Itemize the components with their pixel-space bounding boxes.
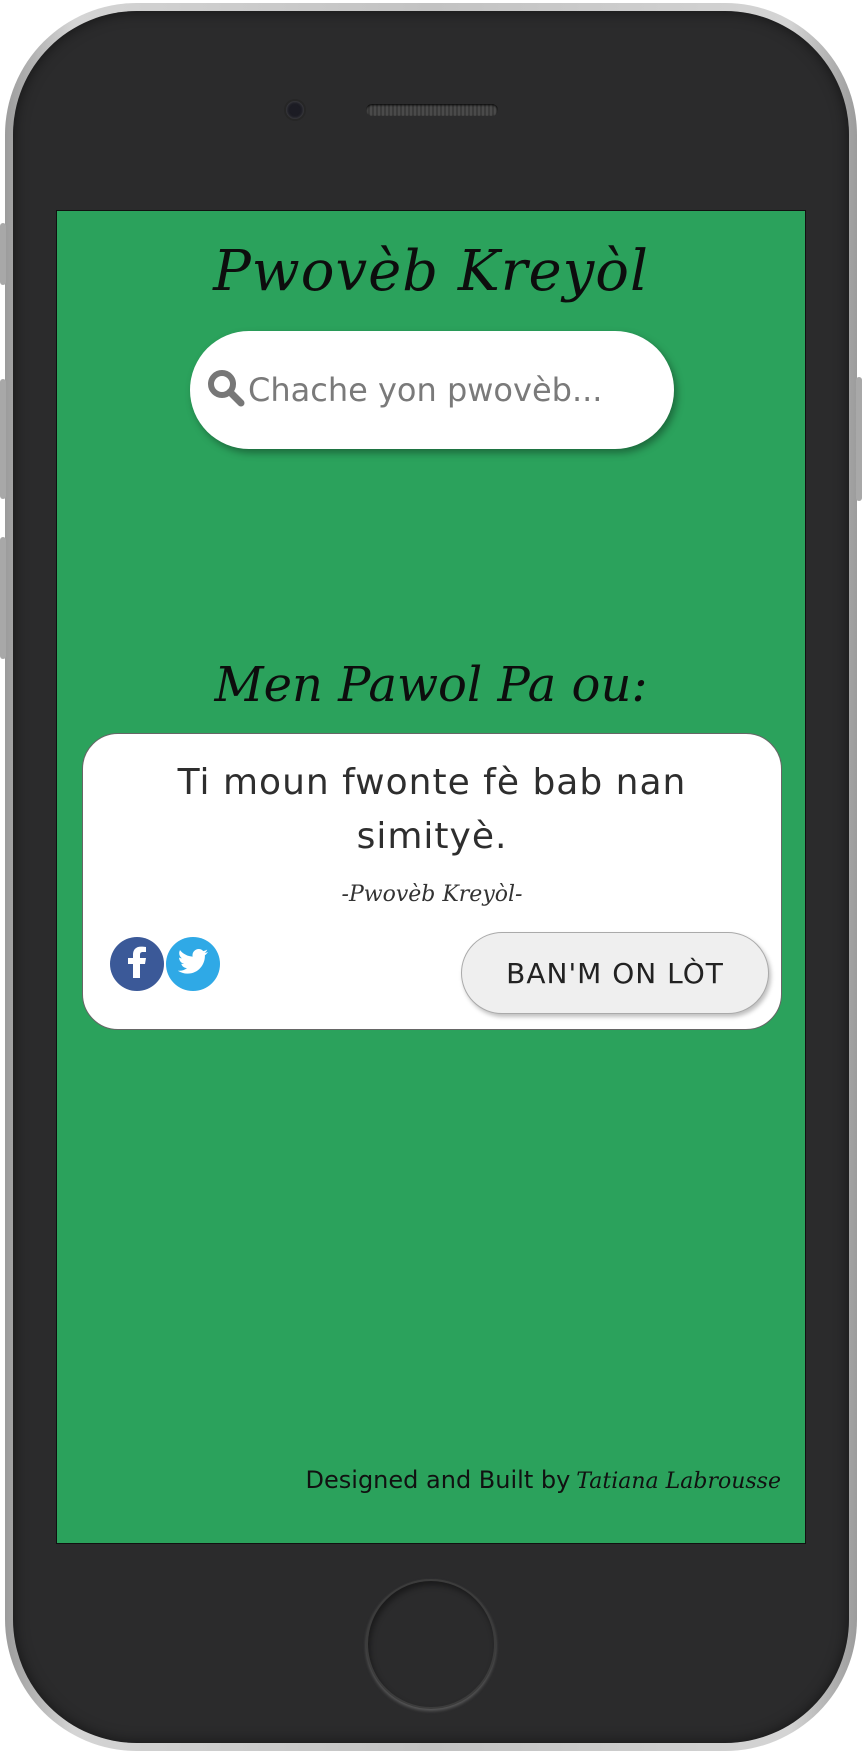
home-button xyxy=(366,1579,496,1709)
front-camera xyxy=(286,101,304,119)
search-box[interactable] xyxy=(190,331,674,449)
search-input[interactable] xyxy=(248,371,648,409)
app-screen: Pwovèb Kreyòl Men Pawol Pa ou: Ti moun f… xyxy=(56,210,806,1544)
footer-credit: Designed and Built by Tatiana Labrousse xyxy=(306,1466,781,1494)
footer-prefix: Designed and Built by xyxy=(305,1466,571,1494)
volume-up-button xyxy=(0,379,6,499)
new-quote-button[interactable]: BAN'M ON LÒT xyxy=(461,932,769,1014)
volume-down-button xyxy=(0,537,6,659)
search-icon xyxy=(206,368,246,412)
power-button xyxy=(856,377,862,501)
earpiece-speaker xyxy=(366,104,498,116)
quote-source: -Pwovèb Kreyòl- xyxy=(341,882,523,907)
twitter-share-button[interactable] xyxy=(166,937,220,991)
app-title: Pwovèb Kreyòl xyxy=(213,239,649,304)
facebook-icon xyxy=(126,946,148,982)
twitter-icon xyxy=(177,949,208,979)
quote-text: Ti moun fwonte fè bab nan simityè. xyxy=(177,762,687,857)
mute-switch xyxy=(0,223,6,285)
section-heading: Men Pawol Pa ou: xyxy=(214,657,648,713)
quote-card: Ti moun fwonte fè bab nan simityè. -Pwov… xyxy=(82,733,782,1030)
footer-author: Tatiana Labrousse xyxy=(576,1469,781,1494)
facebook-share-button[interactable] xyxy=(110,937,164,991)
